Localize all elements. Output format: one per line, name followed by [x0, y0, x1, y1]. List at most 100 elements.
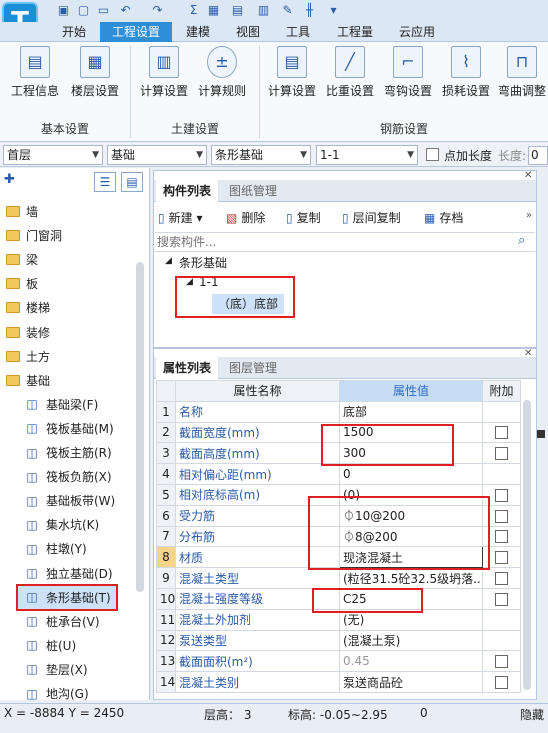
density-settings-button[interactable]: ╱ 比重设置 — [324, 46, 376, 104]
property-row[interactable]: 2 截面宽度(mm) 1500 — [156, 421, 521, 444]
property-row[interactable]: 14 混凝土类别 泵送商品砼 — [156, 671, 521, 693]
property-scrollbar[interactable] — [523, 400, 531, 690]
extra-checkbox[interactable] — [495, 655, 508, 669]
property-value[interactable]: 1500 — [339, 421, 483, 444]
list-view-icon[interactable]: ☰ — [94, 172, 116, 192]
sum-icon[interactable]: Σ — [186, 3, 201, 18]
property-value[interactable]: (无) — [339, 608, 483, 631]
property-value[interactable]: 300 — [339, 442, 483, 465]
table-icon[interactable]: ▥ — [256, 3, 271, 18]
tree-item[interactable]: ◫ 垫层(X) — [0, 658, 140, 682]
tree-item[interactable]: 装修 — [0, 321, 140, 345]
component-select[interactable]: 1-1 ▼ — [316, 145, 418, 165]
tab-property-list[interactable]: 属性列表 — [156, 357, 218, 379]
grid-icon[interactable]: ▦ — [206, 3, 221, 18]
calc-rules-button[interactable]: ± 计算规则 — [194, 46, 250, 104]
extra-checkbox[interactable] — [495, 447, 508, 461]
copy-button[interactable]: ▯ 复制 — [286, 208, 321, 228]
property-row[interactable]: 4 相对偏心距(mm) 0 — [156, 463, 521, 485]
extra-checkbox[interactable] — [495, 530, 508, 544]
property-row[interactable]: 6 受力筋 ⏀10@200 — [156, 504, 521, 527]
toolbar-more-icon[interactable]: » — [526, 210, 532, 221]
tree-item[interactable]: ◫ 桩(U) — [0, 634, 140, 658]
property-row[interactable]: 11 混凝土外加剂 (无) — [156, 608, 521, 631]
project-info-button[interactable]: ▤ 工程信息 — [4, 46, 66, 104]
undo-icon[interactable]: ↶ — [118, 3, 133, 18]
tree-item[interactable]: ◫ 柱墩(Y) — [0, 537, 140, 561]
collapse-root-icon[interactable]: ◢ — [165, 256, 172, 266]
left-scrollbar[interactable] — [136, 262, 144, 592]
tree-item[interactable]: 墙 — [0, 200, 140, 224]
property-row[interactable]: 3 截面高度(mm) 300 — [156, 442, 521, 465]
extra-checkbox[interactable] — [495, 592, 508, 606]
property-row[interactable]: 13 截面面积(m²) 0.45 — [156, 650, 521, 673]
delete-button[interactable]: ▧ 删除 — [226, 208, 265, 228]
property-value[interactable]: (混凝土泵) — [339, 629, 483, 652]
civil-calc-settings-button[interactable]: ▥ 计算设置 — [136, 46, 192, 104]
search-input[interactable] — [157, 234, 512, 250]
property-value[interactable]: 底部 — [339, 400, 483, 423]
extra-checkbox[interactable] — [495, 509, 508, 523]
open-folder-icon[interactable]: ▭ — [96, 3, 111, 18]
archive-button[interactable]: ▦ 存档 — [424, 208, 463, 228]
splitter-handle[interactable] — [537, 430, 545, 438]
property-row[interactable]: 9 混凝土类型 (粒径31.5砼32.5级坍落... — [156, 567, 521, 589]
tree-root-label[interactable]: 条形基础 — [179, 254, 227, 271]
point-length-checkbox[interactable] — [426, 148, 439, 161]
tree-item[interactable]: 板 — [0, 272, 140, 296]
tab-project-settings[interactable]: 工程设置 — [100, 22, 172, 42]
new-component-button[interactable]: ▯ 新建 ▾ — [158, 208, 202, 228]
tree-child-label[interactable]: 1-1 — [199, 275, 219, 289]
tree-item[interactable]: ◫ 筏板主筋(R) — [0, 441, 140, 465]
tab-drawing-manage[interactable]: 图纸管理 — [222, 180, 284, 202]
tree-item[interactable]: 土方 — [0, 345, 140, 369]
tab-start[interactable]: 开始 — [52, 22, 96, 42]
floor-settings-button[interactable]: ▦ 楼层设置 — [66, 46, 124, 104]
tree-item[interactable]: 梁 — [0, 248, 140, 272]
loss-settings-button[interactable]: ⌇ 损耗设置 — [440, 46, 492, 104]
component-type-select[interactable]: 条形基础 ▼ — [211, 145, 311, 165]
detail-view-icon[interactable]: ▤ — [121, 172, 143, 192]
property-row[interactable]: 1 名称 底部 — [156, 400, 521, 423]
property-value[interactable]: 泵送商品砼 — [339, 671, 483, 693]
property-row[interactable]: 5 相对底标高(m) (0) — [156, 483, 521, 506]
expand-all-icon[interactable]: ✚ — [4, 172, 15, 187]
property-value[interactable]: ⏀10@200 — [339, 504, 483, 527]
pencil-icon[interactable]: ✎ — [280, 3, 295, 18]
extra-checkbox[interactable] — [495, 676, 508, 690]
tab-cloud[interactable]: 云应用 — [388, 22, 446, 42]
tab-tools[interactable]: 工具 — [276, 22, 320, 42]
property-value[interactable]: C25 — [339, 587, 483, 610]
extra-checkbox[interactable] — [495, 551, 508, 565]
floor-select[interactable]: 首层 ▼ — [3, 145, 103, 165]
category-select[interactable]: 基础 ▼ — [107, 145, 207, 165]
tab-view[interactable]: 视图 — [226, 22, 270, 42]
tree-item[interactable]: ◫ 独立基础(D) — [0, 562, 140, 586]
property-value[interactable]: (粒径31.5砼32.5级坍落... — [339, 567, 483, 589]
search-icon[interactable]: ⌕ — [518, 233, 525, 248]
property-value[interactable]: 0.45 — [339, 650, 483, 673]
length-input[interactable]: 0 — [528, 146, 548, 165]
view-icon[interactable]: ▤ — [230, 3, 245, 18]
property-row[interactable]: 8 材质 现浇混凝土 — [156, 546, 521, 569]
tab-component-list[interactable]: 构件列表 — [156, 180, 218, 202]
property-row[interactable]: 12 泵送类型 (混凝土泵) — [156, 629, 521, 652]
property-row[interactable]: 7 分布筋 ⏀8@200 — [156, 525, 521, 548]
extra-checkbox[interactable] — [495, 572, 508, 586]
property-row[interactable]: 10 混凝土强度等级 C25 — [156, 587, 521, 610]
property-value[interactable]: 现浇混凝土 — [339, 546, 483, 569]
tree-item[interactable]: ◫ 条形基础(T) — [18, 585, 116, 610]
rebar-calc-settings-button[interactable]: ▤ 计算设置 — [264, 46, 320, 104]
close-icon[interactable]: ✕ — [524, 348, 532, 359]
tree-item[interactable]: 门窗洞 — [0, 224, 140, 248]
redo-icon[interactable]: ↷ — [150, 3, 165, 18]
tree-item[interactable]: 基础 — [0, 369, 140, 393]
bend-adjust-button[interactable]: ⊓ 弯曲调整 — [496, 46, 548, 104]
floor-copy-button[interactable]: ▯ 层间复制 — [342, 208, 401, 228]
status-hide[interactable]: 隐藏 — [520, 706, 548, 723]
tab-layer-manage[interactable]: 图层管理 — [222, 357, 284, 379]
property-value[interactable]: 0 — [339, 463, 483, 485]
extra-checkbox[interactable] — [495, 488, 508, 502]
extra-checkbox[interactable] — [495, 426, 508, 440]
tree-item[interactable]: ◫ 基础梁(F) — [0, 393, 140, 417]
